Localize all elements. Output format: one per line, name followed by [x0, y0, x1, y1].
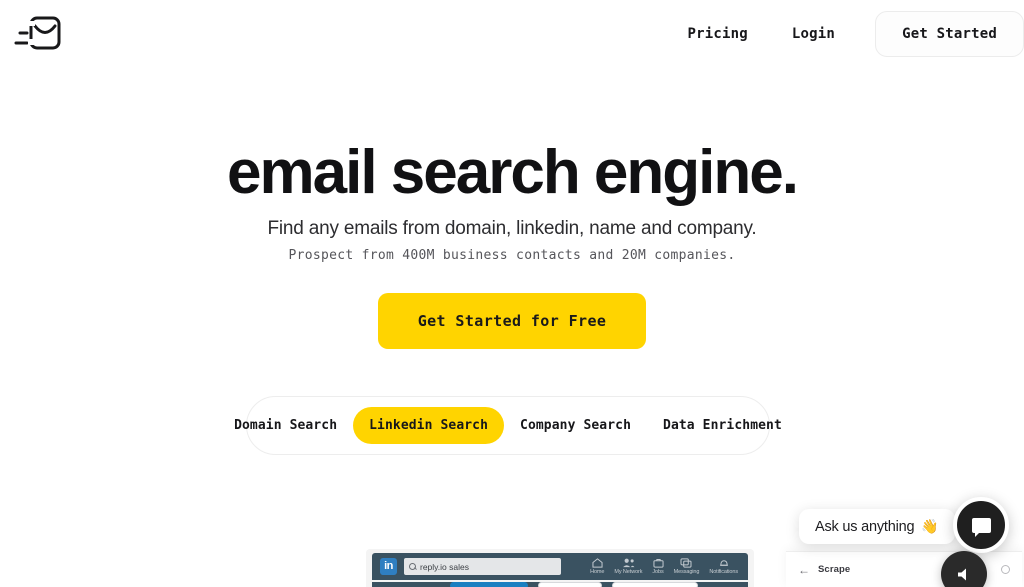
linkedin-nav-my-network[interactable]: My Network: [614, 558, 643, 575]
site-logo[interactable]: [8, 12, 66, 56]
hero-tagline: Prospect from 400M business contacts and…: [288, 248, 736, 264]
back-arrow-icon[interactable]: ←: [798, 564, 810, 576]
linkedin-filter-pill[interactable]: [538, 582, 602, 587]
network-icon: [622, 558, 635, 568]
chat-launcher-button[interactable]: [953, 497, 1009, 553]
site-header: Pricing Login Get Started: [0, 0, 1024, 68]
hero-section: email search engine. Find any emails fro…: [0, 138, 1024, 350]
tab-linkedin-search[interactable]: Linkedin Search: [353, 407, 505, 444]
linkedin-navbar: in reply.io sales Home My Network Jobs M…: [372, 553, 748, 580]
briefcase-icon: [652, 558, 664, 568]
linkedin-nav-items: Home My Network Jobs Messaging Notificat…: [590, 558, 740, 575]
linkedin-nav-jobs[interactable]: Jobs: [652, 558, 664, 575]
linkedin-preview-mockup: in reply.io sales Home My Network Jobs M…: [358, 545, 762, 587]
search-icon: [409, 563, 416, 570]
search-icon[interactable]: [1001, 565, 1010, 574]
linkedin-nav-home[interactable]: Home: [590, 558, 604, 575]
linkedin-filter-pills: [372, 582, 748, 587]
waving-hand-icon: 👋: [921, 518, 939, 534]
hero-subtitle: Find any emails from domain, linkedin, n…: [267, 218, 757, 240]
linkedin-nav-notifications[interactable]: Notifications: [709, 558, 738, 575]
tab-data-enrichment[interactable]: Data Enrichment: [647, 407, 798, 444]
messaging-icon: [680, 558, 692, 568]
linkedin-search-value: reply.io sales: [420, 561, 469, 572]
linkedin-nav-notifications-label: Notifications: [709, 569, 738, 575]
bell-icon: [719, 560, 728, 566]
speaker-icon: [957, 568, 966, 580]
header-nav: Pricing Login Get Started: [666, 11, 1024, 57]
tab-company-search[interactable]: Company Search: [504, 407, 647, 444]
envelope-logo-icon: [14, 16, 61, 50]
linkedin-nav-jobs-label: Jobs: [652, 569, 664, 575]
nav-link-login[interactable]: Login: [770, 16, 857, 52]
get-started-for-free-button[interactable]: Get Started for Free: [377, 293, 647, 350]
linkedin-nav-messaging[interactable]: Messaging: [673, 558, 700, 575]
chat-greeting-bubble[interactable]: Ask us anything 👋: [799, 509, 955, 544]
linkedin-nav-messaging-label: Messaging: [673, 569, 700, 575]
search-type-tabs: Domain Search Linkedin Search Company Se…: [234, 396, 782, 455]
scrape-panel-label: Scrape: [818, 564, 851, 575]
linkedin-nav-my-network-label: My Network: [614, 569, 643, 575]
tab-domain-search[interactable]: Domain Search: [218, 407, 353, 444]
linkedin-filter-pill[interactable]: [612, 582, 698, 587]
chat-bubble-icon: [971, 517, 991, 537]
get-started-button[interactable]: Get Started: [875, 11, 1024, 57]
linkedin-search-input[interactable]: reply.io sales: [404, 558, 561, 575]
linkedin-nav-home-label: Home: [590, 569, 605, 575]
linkedin-filter-pill-active[interactable]: [450, 582, 528, 587]
nav-link-pricing[interactable]: Pricing: [666, 16, 770, 52]
page-title: email search engine.: [227, 138, 799, 207]
chat-greeting-text: Ask us anything: [815, 518, 915, 535]
hero-cta-wrapper: Get Started for Free: [0, 293, 1024, 350]
home-icon: [592, 558, 603, 568]
linkedin-logo-icon: in: [380, 558, 397, 575]
